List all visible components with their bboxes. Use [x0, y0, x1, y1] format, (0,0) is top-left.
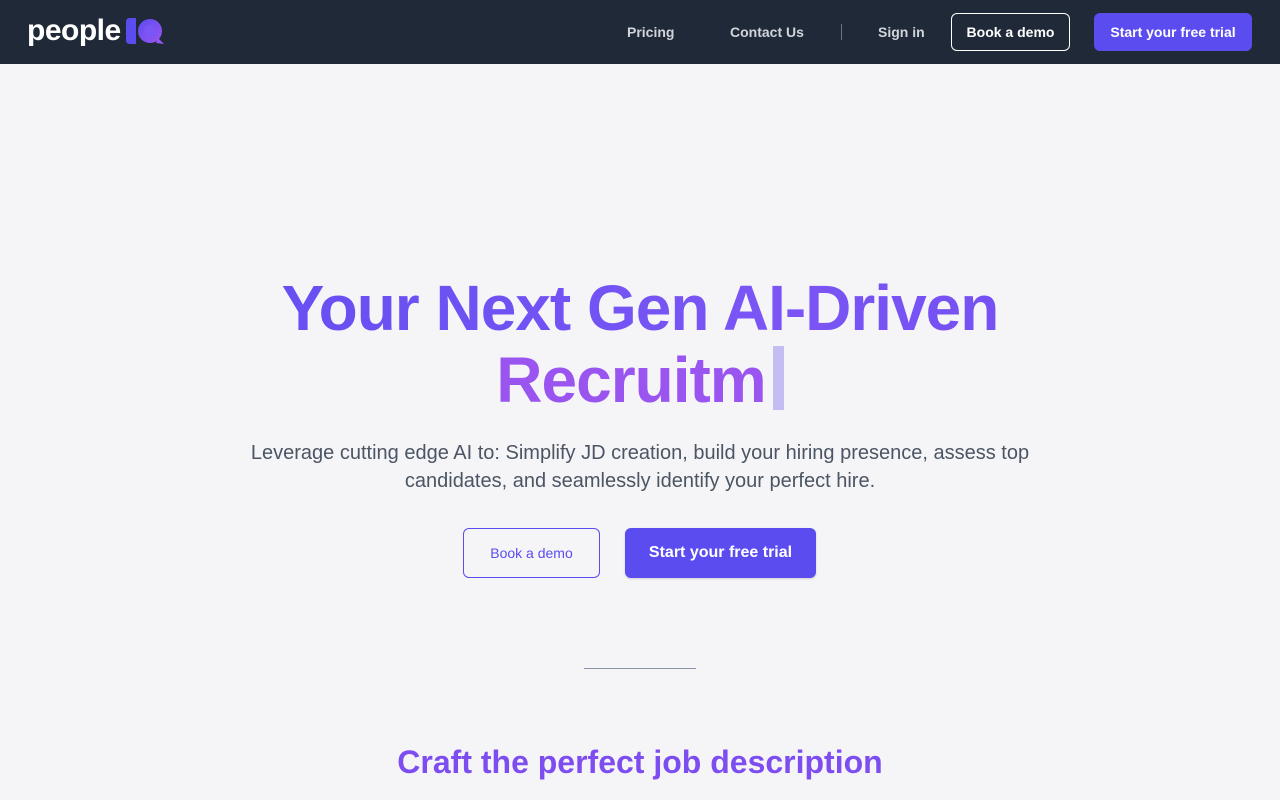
- logo-text: people: [27, 14, 121, 47]
- section-title: Craft the perfect job description: [397, 744, 883, 780]
- top-nav: people Pricing Contact Us Sign in Book a…: [0, 0, 1280, 64]
- nav-divider: [841, 24, 842, 40]
- hero-title: Your Next Gen AI-Driven Recruitm: [0, 272, 1280, 416]
- nav-book-demo-button[interactable]: Book a demo: [951, 13, 1070, 51]
- sign-in-link[interactable]: Sign in: [878, 22, 925, 42]
- hero-title-typed-text: Recruitm: [496, 344, 766, 416]
- nav-link-contact-us[interactable]: Contact Us: [730, 22, 804, 42]
- nav-free-trial-button[interactable]: Start your free trial: [1094, 13, 1252, 51]
- hero-book-demo-button[interactable]: Book a demo: [463, 528, 600, 578]
- logo[interactable]: people: [27, 14, 166, 48]
- iq-speech-bubble-icon: [125, 18, 164, 44]
- hero-title-line2: Recruitm: [0, 344, 1280, 416]
- hero-title-line1: Your Next Gen AI-Driven: [0, 272, 1280, 344]
- section-divider: [584, 668, 696, 669]
- nav-link-pricing[interactable]: Pricing: [627, 22, 674, 42]
- hero-subtitle: Leverage cutting edge AI to: Simplify JD…: [250, 442, 1030, 492]
- hero-free-trial-button[interactable]: Start your free trial: [625, 528, 816, 578]
- typing-cursor: [772, 346, 784, 410]
